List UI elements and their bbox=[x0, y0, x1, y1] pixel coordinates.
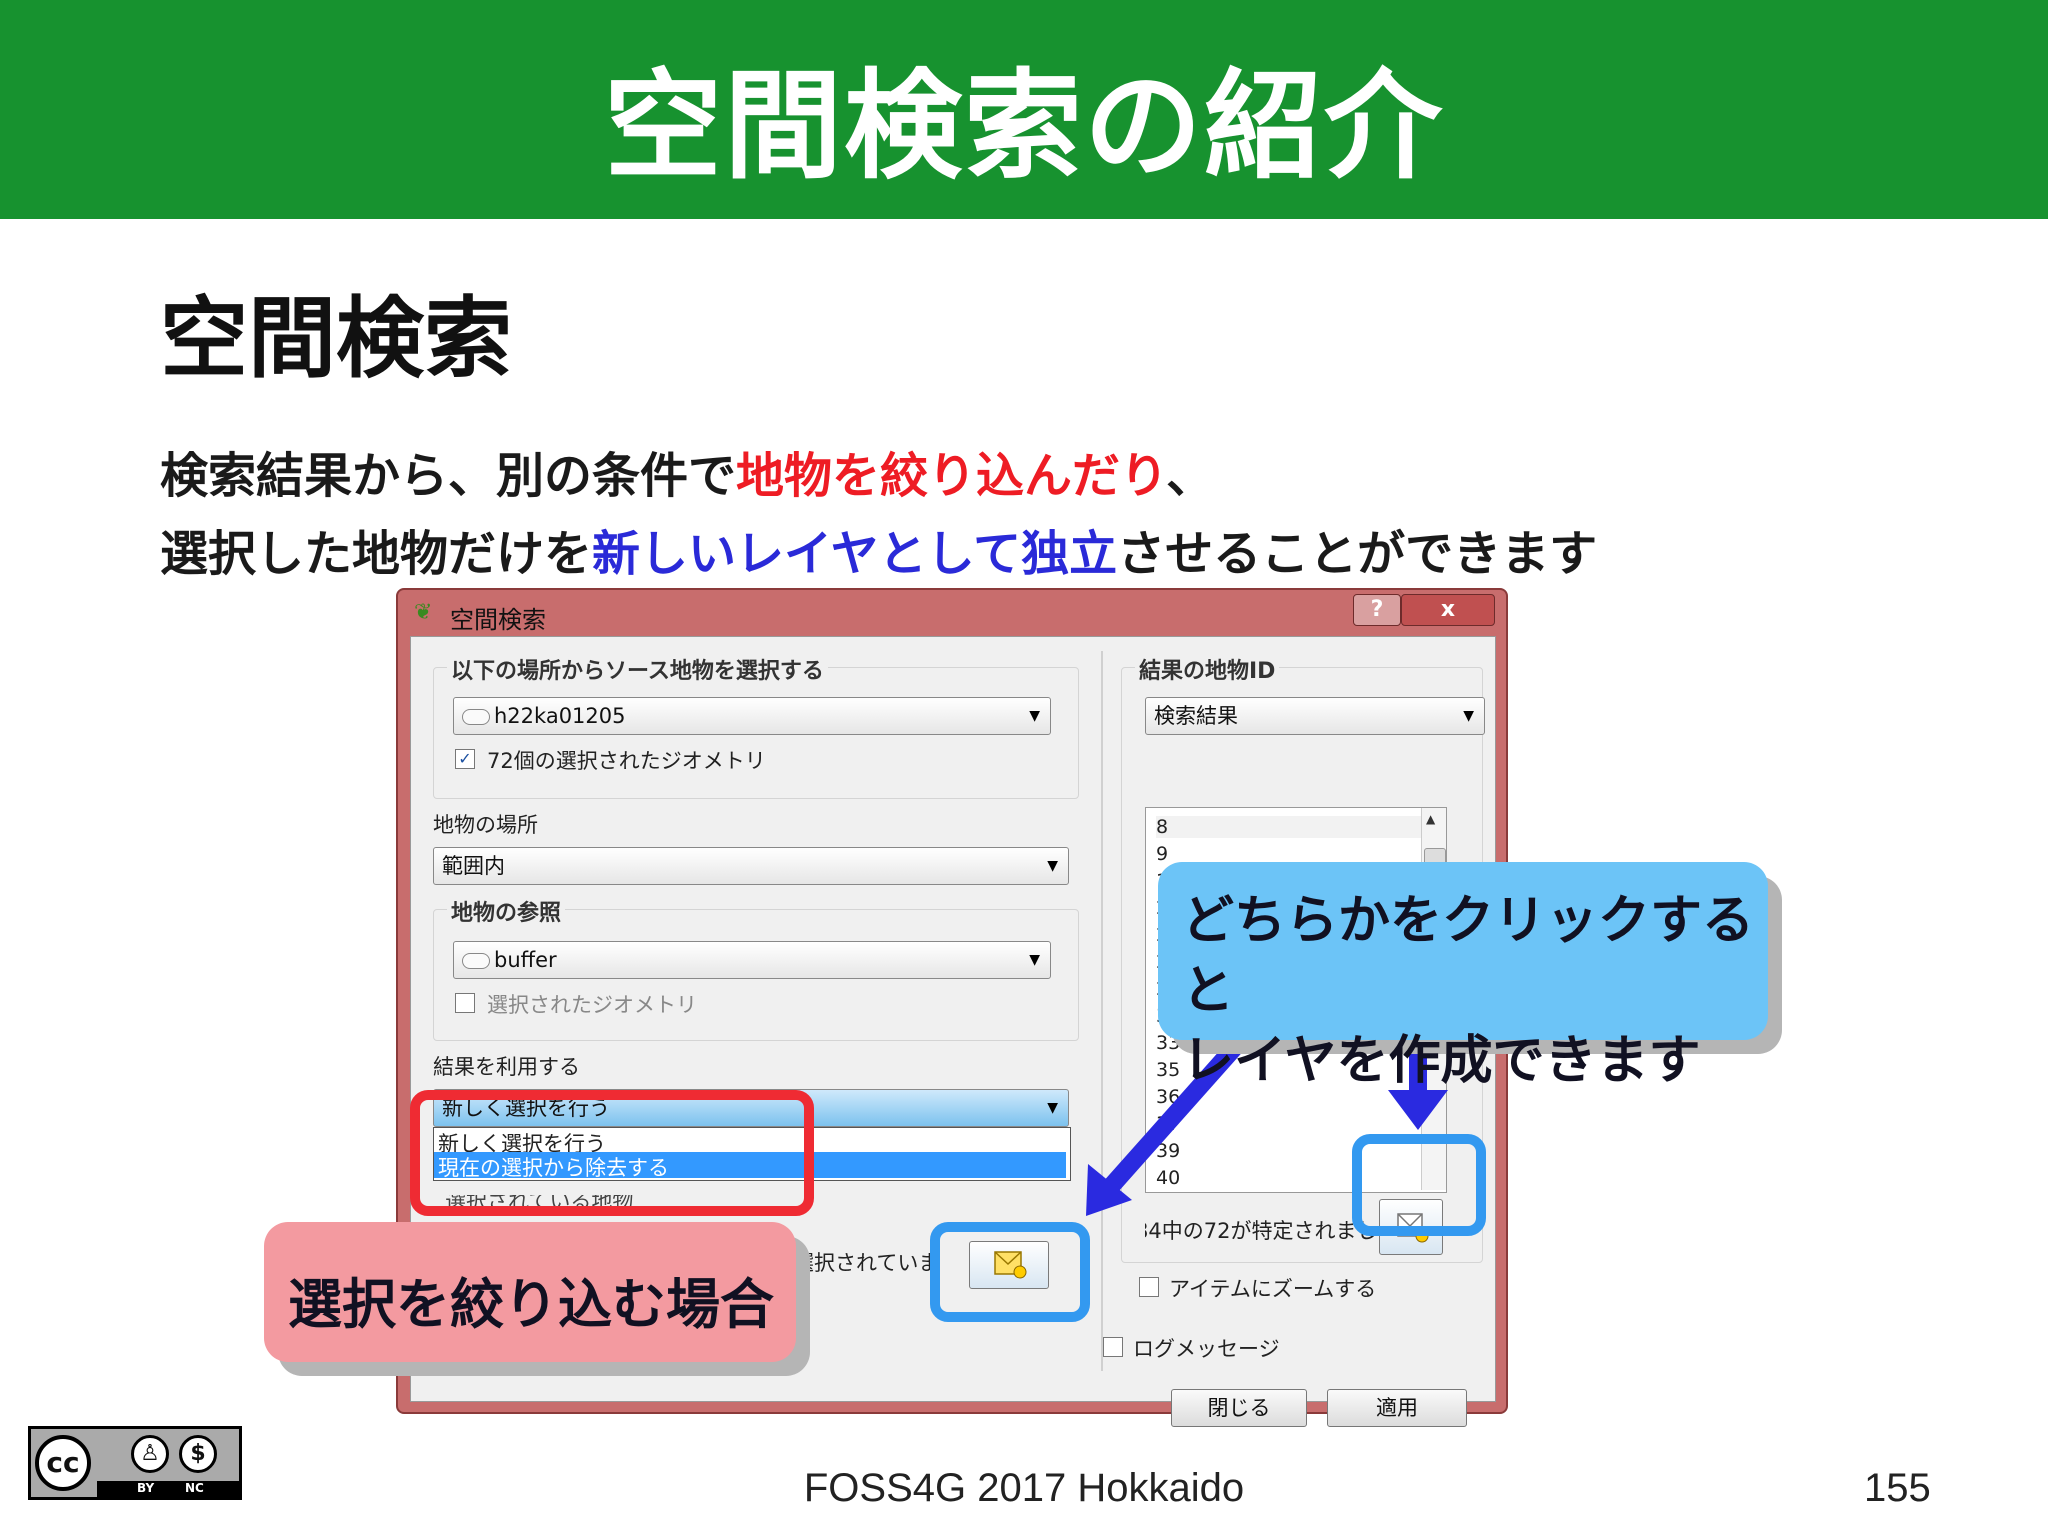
arrow-head-right bbox=[1388, 1090, 1448, 1130]
blue-callout-line-1: どちらかをクリックすると bbox=[1182, 891, 1755, 1021]
footer-text: FOSS4G 2017 Hokkaido bbox=[803, 1466, 1245, 1510]
blue-callout-line-2: レイヤを作成できます bbox=[1182, 1031, 1701, 1091]
page-number: 155 bbox=[1864, 1466, 1931, 1510]
blue-callout-text: どちらかをクリックすると レイヤを作成できます bbox=[1182, 886, 1768, 1096]
red-callout-text: 選択を絞り込む場合 bbox=[288, 1273, 774, 1336]
blue-callout: どちらかをクリックすると レイヤを作成できます bbox=[1158, 862, 1768, 1091]
red-callout: 選択を絞り込む場合 bbox=[264, 1222, 796, 1362]
